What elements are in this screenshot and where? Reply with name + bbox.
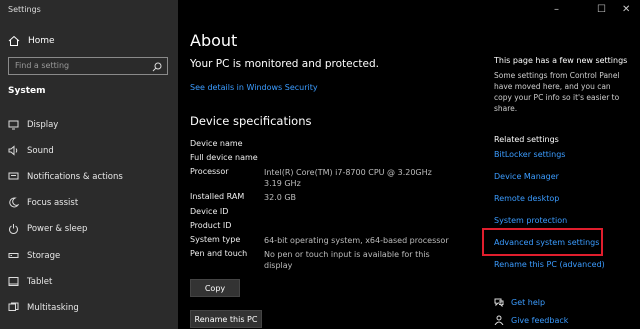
new-settings-title: This page has a few new settings — [494, 56, 628, 65]
spec-value: No pen or touch input is available for t… — [264, 250, 430, 270]
home-label: Home — [28, 36, 55, 46]
spec-value: 32.0 GB — [264, 193, 297, 202]
sidebar-item-notifications[interactable]: Notifications & actions — [8, 171, 123, 182]
feedback-icon — [494, 315, 504, 325]
new-settings-body: Some settings from Control Panel have mo… — [494, 71, 620, 113]
notifications-icon — [8, 172, 19, 180]
spec-label: Installed RAM — [190, 192, 245, 201]
give-feedback-link[interactable]: Give feedback — [494, 315, 568, 325]
rename-pc-advanced-link[interactable]: Rename this PC (advanced) — [494, 260, 605, 269]
spec-label: Device ID — [190, 207, 229, 216]
home-icon — [8, 35, 20, 46]
get-help-link[interactable]: Get help — [494, 297, 545, 307]
search-icon — [152, 62, 162, 72]
system-protection-link[interactable]: System protection — [494, 216, 567, 225]
page-title: About — [190, 31, 238, 50]
maximize-button[interactable]: ☐ — [597, 4, 606, 15]
home-nav-item[interactable]: Home — [8, 35, 55, 47]
get-help-label: Get help — [511, 297, 546, 307]
moon-icon — [9, 197, 19, 208]
spec-label: Full device name — [190, 153, 258, 162]
minimize-button[interactable]: – — [554, 4, 559, 15]
sidebar-item-multitasking[interactable]: Multitasking — [8, 302, 79, 313]
sidebar-item-label: Sound — [27, 145, 54, 156]
sidebar-item-power-sleep[interactable]: Power & sleep — [8, 223, 87, 234]
section-label: System — [8, 86, 46, 96]
help-icon — [494, 298, 504, 307]
storage-icon — [8, 253, 19, 258]
sidebar-item-focus-assist[interactable]: Focus assist — [8, 197, 78, 208]
sidebar-item-label: Display — [27, 119, 59, 130]
related-settings-heading: Related settings — [494, 135, 559, 144]
sidebar-item-storage[interactable]: Storage — [8, 250, 60, 261]
sidebar-item-label: Storage — [27, 250, 61, 261]
sidebar: Settings Home Find a setting System Disp… — [0, 0, 178, 329]
sidebar-item-label: Notifications & actions — [27, 171, 123, 182]
power-icon — [9, 224, 18, 234]
highlight-box — [482, 228, 603, 256]
rename-pc-button[interactable]: Rename this PC — [190, 310, 262, 328]
spec-value: 64-bit operating system, x64-based proce… — [264, 236, 449, 245]
protection-status: Your PC is monitored and protected. — [190, 58, 379, 70]
spec-label: Product ID — [190, 221, 232, 230]
sidebar-item-label: Focus assist — [27, 197, 79, 208]
device-specs-heading: Device specifications — [190, 114, 312, 128]
give-feedback-label: Give feedback — [511, 315, 569, 325]
device-manager-link[interactable]: Device Manager — [494, 172, 559, 181]
search-placeholder: Find a setting — [15, 61, 70, 70]
remote-desktop-link[interactable]: Remote desktop — [494, 194, 559, 203]
sidebar-item-label: Tablet — [27, 276, 53, 287]
display-icon — [8, 120, 19, 130]
sidebar-item-display[interactable]: Display — [8, 119, 58, 130]
sound-icon — [8, 145, 18, 156]
close-button[interactable]: ✕ — [622, 4, 630, 15]
main-pane — [178, 0, 640, 329]
spec-label: Processor — [190, 167, 229, 176]
tablet-icon — [8, 277, 19, 286]
app-title: Settings — [8, 5, 41, 14]
bitlocker-settings-link[interactable]: BitLocker settings — [494, 150, 565, 159]
sidebar-item-sound[interactable]: Sound — [8, 145, 54, 156]
sidebar-item-label: Multitasking — [27, 302, 79, 313]
sidebar-item-tablet[interactable]: Tablet — [8, 276, 52, 287]
sidebar-item-label: Power & sleep — [27, 223, 88, 234]
spec-label: System type — [190, 235, 241, 244]
spec-label: Pen and touch — [190, 249, 248, 258]
copy-button[interactable]: Copy — [190, 279, 240, 297]
spec-value: Intel(R) Core(TM) i7-8700 CPU @ 3.20GHz … — [264, 168, 432, 188]
multitasking-icon — [8, 302, 19, 311]
spec-label: Device name — [190, 139, 243, 148]
search-input[interactable]: Find a setting — [8, 57, 168, 75]
security-details-link[interactable]: See details in Windows Security — [190, 83, 318, 92]
